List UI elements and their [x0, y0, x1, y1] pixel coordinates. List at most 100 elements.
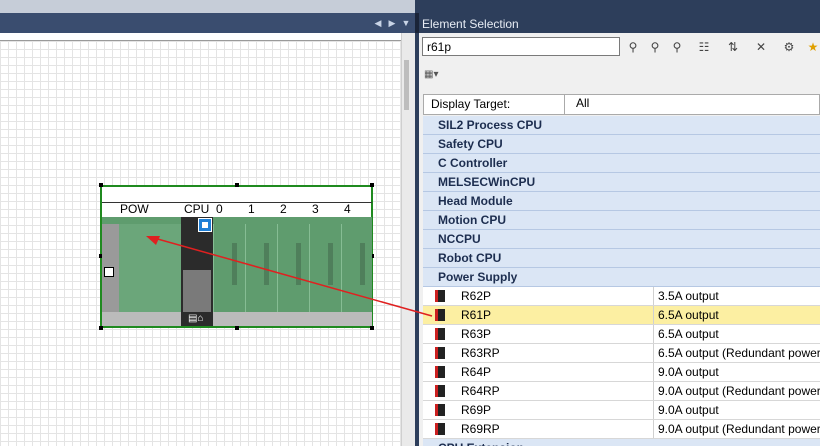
module-row-r63p[interactable]: R63P 6.5A output	[423, 325, 820, 344]
category-row[interactable]: NCCPU	[423, 230, 820, 249]
module-row-r64p[interactable]: R64P 9.0A output	[423, 363, 820, 382]
category-label: Motion CPU	[438, 213, 506, 227]
module-name: R69RP	[461, 422, 500, 436]
module-name: R61P	[461, 308, 492, 322]
module-description: 9.0A output	[653, 401, 719, 419]
module-name: R64RP	[461, 384, 500, 398]
cpu-port-icon: ▤⌂	[188, 313, 204, 324]
category-row[interactable]: Robot CPU	[423, 249, 820, 268]
resize-handle[interactable]	[370, 183, 374, 187]
module-icon	[435, 328, 445, 340]
module-row-r69p[interactable]: R69P 9.0A output	[423, 401, 820, 420]
module-icon	[435, 423, 445, 435]
module-name: R63RP	[461, 346, 500, 360]
module-icon	[435, 290, 445, 302]
io-slot-3[interactable]	[328, 243, 333, 285]
category-label: SIL2 Process CPU	[438, 118, 543, 132]
top-strip	[0, 0, 415, 13]
panel-title: Element Selection	[422, 17, 519, 31]
tab-menu-icon[interactable]: ▼	[400, 14, 412, 32]
category-row[interactable]: Head Module	[423, 192, 820, 211]
view-mode-icon[interactable]: ▦▾	[424, 69, 446, 83]
module-description: 6.5A output	[653, 325, 719, 343]
module-icon	[435, 404, 445, 416]
resize-handle[interactable]	[235, 326, 239, 330]
cpu-module-panel	[183, 270, 211, 312]
scroll-right-icon[interactable]: ▶	[386, 14, 398, 32]
slot-label-4: 4	[344, 202, 351, 216]
rack-connector-icon	[104, 267, 114, 277]
category-label: Safety CPU	[438, 137, 503, 151]
category-row[interactable]: C Controller	[423, 154, 820, 173]
module-name: R64P	[461, 365, 492, 379]
element-list: SIL2 Process CPU Safety CPU C Controller ME…	[423, 116, 820, 446]
find-all-icon[interactable]: ⚲	[668, 38, 686, 56]
module-description: 9.0A output	[653, 363, 719, 381]
slot-divider	[341, 224, 342, 312]
find-previous-icon[interactable]: ⚲	[646, 38, 664, 56]
module-icon	[435, 366, 445, 378]
editor-tab-bar	[0, 13, 415, 33]
module-row-r64rp[interactable]: R64RP 9.0A output (Redundant power	[423, 382, 820, 401]
category-label: Head Module	[438, 194, 513, 208]
slot-divider	[245, 224, 246, 312]
sort-icon[interactable]: ⇅	[724, 38, 742, 56]
resize-handle[interactable]	[235, 183, 239, 187]
cpu-status-icon-inner	[202, 222, 208, 228]
options-icon[interactable]: ⚙	[780, 38, 798, 56]
collapse-icon[interactable]: ✕	[752, 38, 770, 56]
slot-label-cpu: CPU	[184, 202, 210, 216]
module-row-r62p[interactable]: R62P 3.5A output	[423, 287, 820, 306]
category-label: C Controller	[438, 156, 508, 170]
category-row[interactable]: SIL2 Process CPU	[423, 116, 820, 135]
module-name: R62P	[461, 289, 492, 303]
module-icon	[435, 309, 445, 321]
favorite-icon[interactable]: ★	[804, 38, 820, 56]
resize-handle[interactable]	[99, 183, 103, 187]
rack-bottom-rail	[102, 312, 372, 326]
module-description: 9.0A output (Redundant power	[653, 420, 820, 438]
module-description: 3.5A output	[653, 287, 719, 305]
category-label: CPU Extension	[438, 441, 524, 446]
search-input[interactable]	[422, 37, 620, 56]
category-row[interactable]: Motion CPU	[423, 211, 820, 230]
list-view-icon[interactable]: ☷	[695, 38, 713, 56]
slot-label-3: 3	[312, 202, 319, 216]
canvas-scroll-thumb[interactable]	[404, 60, 409, 110]
module-name: R63P	[461, 327, 492, 341]
category-row[interactable]: Power Supply	[423, 268, 820, 287]
resize-handle[interactable]	[370, 326, 374, 330]
resize-handle[interactable]	[99, 326, 103, 330]
io-slot-4[interactable]	[360, 243, 365, 285]
module-icon	[435, 347, 445, 359]
category-row-partial[interactable]: CPU Extension	[423, 439, 820, 446]
category-row[interactable]: Safety CPU	[423, 135, 820, 154]
module-row-r69rp[interactable]: R69RP 9.0A output (Redundant power	[423, 420, 820, 439]
category-label: Robot CPU	[438, 251, 502, 265]
power-supply-slot[interactable]	[119, 224, 181, 312]
display-target-select[interactable]: All	[564, 94, 820, 115]
slot-label-1: 1	[248, 202, 255, 216]
canvas-ruler	[0, 33, 401, 41]
module-icon	[435, 385, 445, 397]
slot-divider	[277, 224, 278, 312]
find-next-icon[interactable]: ⚲	[624, 38, 642, 56]
module-description: 6.5A output (Redundant power	[653, 344, 820, 362]
slot-divider	[309, 224, 310, 312]
module-row-r63rp[interactable]: R63RP 6.5A output (Redundant power	[423, 344, 820, 363]
slot-label-2: 2	[280, 202, 287, 216]
io-slot-1[interactable]	[264, 243, 269, 285]
category-label: MELSECWinCPU	[438, 175, 536, 189]
module-description: 9.0A output (Redundant power	[653, 382, 820, 400]
category-label: NCCPU	[438, 232, 481, 246]
module-description: 6.5A output	[653, 306, 719, 324]
io-slot-0[interactable]	[232, 243, 237, 285]
display-target-label: Display Target:	[431, 97, 511, 111]
io-slot-2[interactable]	[296, 243, 301, 285]
slot-label-pow: POW	[120, 202, 149, 216]
slot-divider	[213, 224, 214, 312]
category-row[interactable]: MELSECWinCPU	[423, 173, 820, 192]
module-row-r61p[interactable]: R61P 6.5A output	[423, 306, 820, 325]
category-label: Power Supply	[438, 270, 518, 284]
scroll-left-icon[interactable]: ◀	[372, 14, 384, 32]
